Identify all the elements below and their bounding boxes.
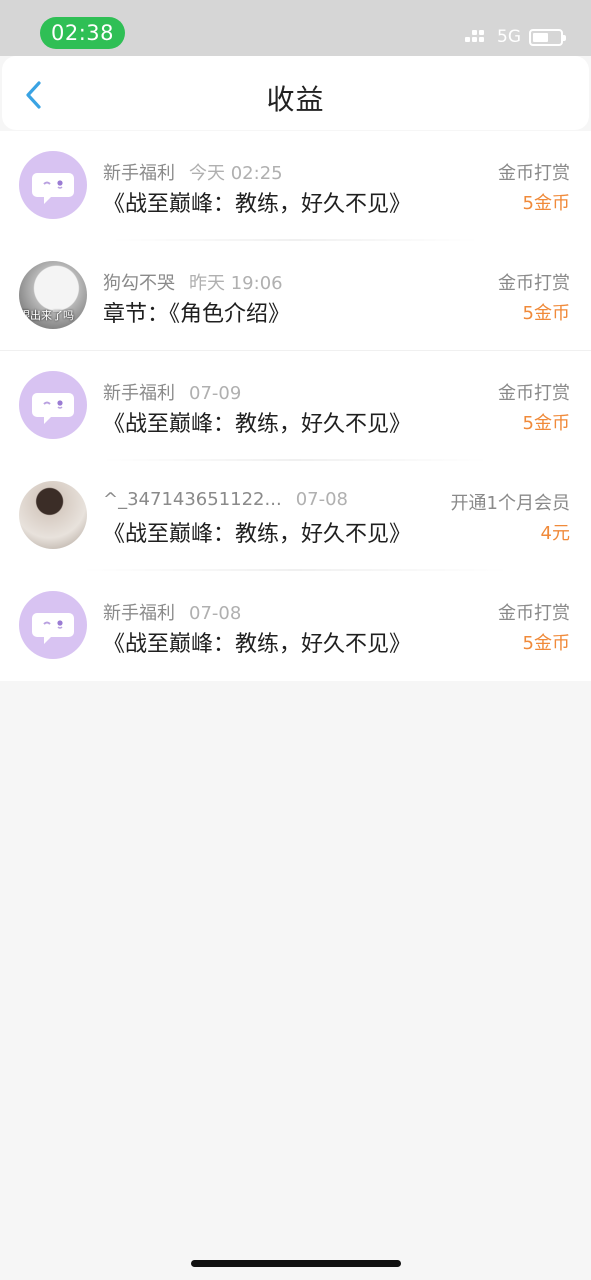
item-meta: ^_347143651122... 07-08 [103, 489, 348, 510]
item-type: 金币打赏 [498, 383, 570, 404]
item-type: 金币打赏 [498, 603, 570, 624]
item-type: 金币打赏 [498, 163, 570, 184]
chat-bubble-icon [32, 173, 74, 204]
item-amount: 5金币 [522, 633, 570, 654]
item-meta: 新手福利 07-08 [103, 599, 241, 625]
item-time: 07-09 [189, 383, 242, 404]
status-bar: 02:38 5G [0, 0, 591, 56]
item-time: 今天 02:25 [189, 163, 283, 184]
item-amount: 5金币 [522, 413, 570, 434]
item-meta: 新手福利 07-09 [103, 379, 241, 405]
item-type: 金币打赏 [498, 273, 570, 294]
network-label: 5G [497, 27, 521, 47]
item-source: ^_347143651122... [103, 489, 282, 510]
item-source: 新手福利 [103, 603, 175, 624]
screen: 02:38 5G 收益 新手福利 今天 02:25 《战至巅峰：教练，好久不见》… [0, 0, 591, 1280]
signal-icon [465, 28, 489, 46]
avatar: 跟出来了吗 [19, 261, 87, 329]
item-source: 狗勾不哭 [103, 273, 175, 294]
item-title: 《战至巅峰：教练，好久不见》 [103, 192, 412, 217]
chat-bubble-icon [32, 393, 74, 424]
battery-icon [529, 28, 566, 46]
home-indicator[interactable] [191, 1260, 401, 1267]
avatar [19, 481, 87, 549]
list-item[interactable]: 新手福利 07-08 《战至巅峰：教练，好久不见》 金币打赏 5金币 [0, 571, 591, 681]
item-time: 07-08 [295, 489, 348, 510]
item-source: 新手福利 [103, 383, 175, 404]
avatar [19, 591, 87, 659]
status-icons: 5G [465, 26, 566, 48]
item-time: 昨天 19:06 [189, 273, 283, 294]
item-source: 新手福利 [103, 163, 175, 184]
item-time: 07-08 [189, 603, 242, 624]
list-item[interactable]: ^_347143651122... 07-08 《战至巅峰：教练，好久不见》 开通… [0, 461, 591, 571]
item-title: 《战至巅峰：教练，好久不见》 [103, 412, 412, 437]
item-meta: 狗勾不哭 昨天 19:06 [103, 269, 283, 295]
avatar-caption: 跟出来了吗 [19, 309, 74, 322]
avatar [19, 371, 87, 439]
item-title: 《战至巅峰：教练，好久不见》 [103, 632, 412, 657]
item-type: 开通1个月会员 [450, 493, 570, 514]
nav-bar: 收益 [2, 56, 589, 130]
avatar [19, 151, 87, 219]
item-title: 《战至巅峰：教练，好久不见》 [103, 522, 412, 547]
item-amount: 5金币 [522, 303, 570, 324]
status-time: 02:38 [40, 17, 125, 49]
item-amount: 5金币 [522, 193, 570, 214]
chat-bubble-icon [32, 613, 74, 644]
earnings-list: 新手福利 今天 02:25 《战至巅峰：教练，好久不见》 金币打赏 5金币 跟出来… [0, 131, 591, 681]
list-item[interactable]: 跟出来了吗 狗勾不哭 昨天 19:06 章节：《角色介绍》 金币打赏 5金币 [0, 241, 591, 351]
item-title: 章节：《角色介绍》 [103, 302, 291, 327]
list-item[interactable]: 新手福利 07-09 《战至巅峰：教练，好久不见》 金币打赏 5金币 [0, 351, 591, 461]
item-meta: 新手福利 今天 02:25 [103, 159, 283, 185]
page-title: 收益 [266, 83, 325, 116]
list-item[interactable]: 新手福利 今天 02:25 《战至巅峰：教练，好久不见》 金币打赏 5金币 [0, 131, 591, 241]
item-amount: 4元 [540, 523, 570, 544]
